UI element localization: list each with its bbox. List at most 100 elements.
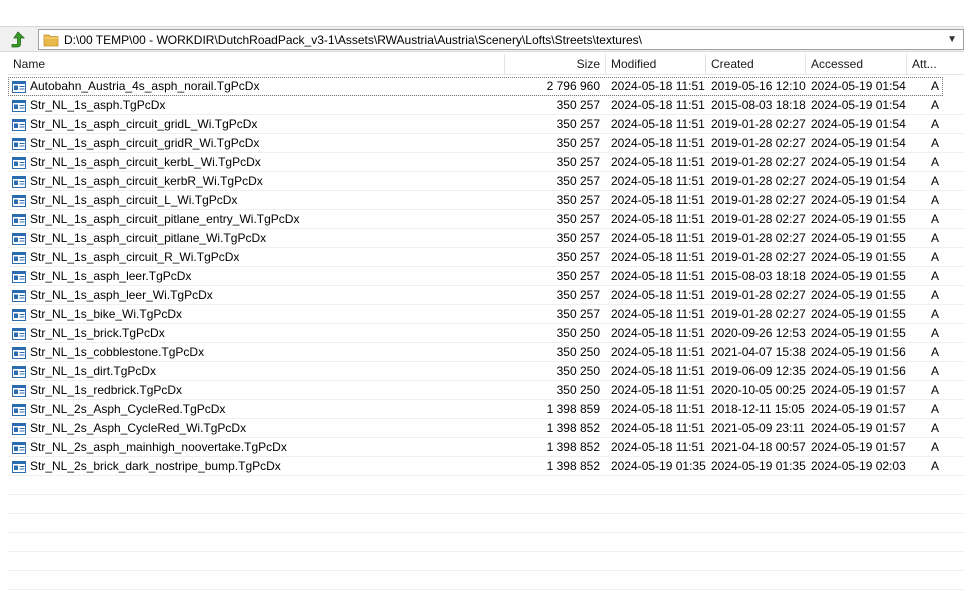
top-blank-area [0, 0, 964, 26]
file-modified: 2024-05-18 11:51 [611, 117, 705, 131]
chevron-down-icon[interactable]: ▼ [947, 34, 957, 45]
column-header-name[interactable]: Name [8, 54, 505, 74]
file-size: 350 257 [556, 250, 600, 264]
file-attributes: A [930, 79, 939, 93]
up-folder-button[interactable] [8, 30, 28, 50]
file-accessed: 2024-05-19 01:56 [811, 345, 906, 359]
file-size: 350 250 [556, 364, 600, 378]
file-row[interactable]: Str_NL_1s_asph_circuit_R_Wi.TgPcDx 350 25… [8, 248, 964, 267]
file-size: 350 257 [556, 288, 600, 302]
file-name: Str_NL_2s_asph_mainhigh_noovertake.TgPcD… [30, 440, 287, 454]
file-attributes: A [930, 212, 939, 226]
file-modified: 2024-05-18 11:51 [611, 421, 705, 435]
file-name: Str_NL_1s_asph_circuit_pitlane_Wi.TgPcDx [30, 231, 267, 245]
file-row[interactable]: Str_NL_1s_asph_circuit_pitlane_entry_Wi.… [8, 210, 964, 229]
file-row[interactable]: Str_NL_1s_asph.TgPcDx 350 257 2024-05-18 1… [8, 96, 964, 115]
file-size: 350 250 [556, 383, 600, 397]
file-row[interactable]: Str_NL_1s_asph_circuit_gridR_Wi.TgPcDx 35… [8, 134, 964, 153]
file-modified: 2024-05-18 11:51 [611, 307, 705, 321]
file-attributes: A [930, 364, 939, 378]
column-header-attributes[interactable]: Att... [907, 54, 947, 74]
file-modified: 2024-05-18 11:51 [611, 383, 705, 397]
file-attributes: A [930, 440, 939, 454]
file-row[interactable]: Str_NL_1s_asph_leer.TgPcDx 350 257 2024-05… [8, 267, 964, 286]
file-modified: 2024-05-18 11:51 [611, 269, 705, 283]
file-accessed: 2024-05-19 01:57 [811, 440, 906, 454]
file-name: Str_NL_1s_asph_circuit_gridL_Wi.TgPcDx [30, 117, 258, 131]
file-name: Str_NL_1s_asph_circuit_kerbL_Wi.TgPcDx [30, 155, 261, 169]
file-accessed: 2024-05-19 01:54 [811, 136, 906, 150]
file-size: 350 257 [556, 193, 600, 207]
up-arrow-icon [11, 31, 25, 48]
texture-file-icon [12, 213, 26, 226]
file-attributes: A [930, 231, 939, 245]
file-row[interactable]: Str_NL_1s_asph_leer_Wi.TgPcDx 350 257 2024… [8, 286, 964, 305]
file-attributes: A [930, 459, 939, 473]
texture-file-icon [12, 80, 26, 93]
file-row[interactable]: Str_NL_1s_redbrick.TgPcDx 350 250 2024-05-… [8, 381, 964, 400]
texture-file-icon [12, 99, 26, 112]
file-attributes: A [930, 421, 939, 435]
texture-file-icon [12, 422, 26, 435]
file-row[interactable]: Str_NL_2s_brick_dark_nostripe_bump.TgPcD… [8, 457, 964, 476]
texture-file-icon [12, 137, 26, 150]
texture-file-icon [12, 156, 26, 169]
file-accessed: 2024-05-19 02:03 [811, 459, 906, 473]
file-size: 350 257 [556, 269, 600, 283]
column-header-accessed[interactable]: Accessed [806, 54, 907, 74]
file-name: Str_NL_2s_Asph_CycleRed_Wi.TgPcDx [30, 421, 247, 435]
file-size: 350 250 [556, 326, 600, 340]
column-header: Name Size Modified Created Accessed Att.… [8, 54, 964, 75]
file-modified: 2024-05-18 11:51 [611, 174, 705, 188]
file-created: 2020-09-26 12:53 [711, 326, 806, 340]
file-created: 2021-04-18 00:57 [711, 440, 806, 454]
file-row[interactable]: Str_NL_1s_asph_circuit_gridL_Wi.TgPcDx 35… [8, 115, 964, 134]
file-name: Str_NL_1s_asph_circuit_L_Wi.TgPcDx [30, 193, 238, 207]
path-input[interactable]: D:\00 TEMP\00 - WORKDIR\DutchRoadPack_v3… [38, 29, 964, 50]
file-row[interactable]: Str_NL_1s_asph_circuit_pitlane_Wi.TgPcDx… [8, 229, 964, 248]
file-attributes: A [930, 326, 939, 340]
texture-file-icon [12, 441, 26, 454]
file-row[interactable]: Str_NL_2s_Asph_CycleRed_Wi.TgPcDx 1 398 8… [8, 419, 964, 438]
file-modified: 2024-05-19 01:35 [611, 459, 706, 473]
texture-file-icon [12, 289, 26, 302]
file-row[interactable]: Str_NL_1s_brick.TgPcDx 350 250 2024-05-18 … [8, 324, 964, 343]
file-size: 350 250 [556, 345, 600, 359]
column-header-modified[interactable]: Modified [606, 54, 706, 74]
file-size: 350 257 [556, 136, 600, 150]
file-row[interactable]: Str_NL_1s_asph_circuit_kerbR_Wi.TgPcDx 35… [8, 172, 964, 191]
path-text: D:\00 TEMP\00 - WORKDIR\DutchRoadPack_v3… [64, 33, 642, 47]
file-list-empty-area[interactable] [8, 476, 964, 593]
file-row[interactable]: Str_NL_1s_cobblestone.TgPcDx 350 250 2024-… [8, 343, 964, 362]
file-created: 2019-01-28 02:27 [711, 136, 806, 150]
file-accessed: 2024-05-19 01:57 [811, 383, 906, 397]
file-size: 350 257 [556, 98, 600, 112]
file-accessed: 2024-05-19 01:54 [811, 193, 906, 207]
file-row[interactable]: Str_NL_1s_dirt.TgPcDx 350 250 2024-05-18 1… [8, 362, 964, 381]
file-accessed: 2024-05-19 01:55 [811, 212, 906, 226]
file-row[interactable]: Str_NL_1s_asph_circuit_kerbL_Wi.TgPcDx 35… [8, 153, 964, 172]
file-size: 350 257 [556, 174, 600, 188]
file-row[interactable]: Autobahn_Austria_4s_asph_norail.TgPcDx 2 … [8, 77, 943, 96]
texture-file-icon [12, 270, 26, 283]
file-row[interactable]: Str_NL_2s_asph_mainhigh_noovertake.TgPcD… [8, 438, 964, 457]
file-accessed: 2024-05-19 01:54 [811, 174, 906, 188]
file-attributes: A [930, 117, 939, 131]
texture-file-icon [12, 403, 26, 416]
texture-file-icon [12, 194, 26, 207]
column-header-size[interactable]: Size [505, 54, 606, 74]
file-created: 2018-12-11 15:05 [711, 402, 805, 416]
file-modified: 2024-05-18 11:51 [611, 155, 705, 169]
file-attributes: A [930, 136, 939, 150]
file-attributes: A [930, 193, 939, 207]
file-accessed: 2024-05-19 01:55 [811, 307, 906, 321]
file-accessed: 2024-05-19 01:57 [811, 402, 906, 416]
file-size: 1 398 859 [546, 402, 600, 416]
column-header-created[interactable]: Created [706, 54, 806, 74]
file-row[interactable]: Str_NL_1s_asph_circuit_L_Wi.TgPcDx 350 25… [8, 191, 964, 210]
file-row[interactable]: Str_NL_2s_Asph_CycleRed.TgPcDx 1 398 859 2… [8, 400, 964, 419]
file-modified: 2024-05-18 11:51 [611, 440, 705, 454]
file-created: 2021-04-07 15:38 [711, 345, 806, 359]
file-name: Str_NL_1s_cobblestone.TgPcDx [30, 345, 205, 359]
file-row[interactable]: Str_NL_1s_bike_Wi.TgPcDx 350 257 2024-05-1… [8, 305, 964, 324]
